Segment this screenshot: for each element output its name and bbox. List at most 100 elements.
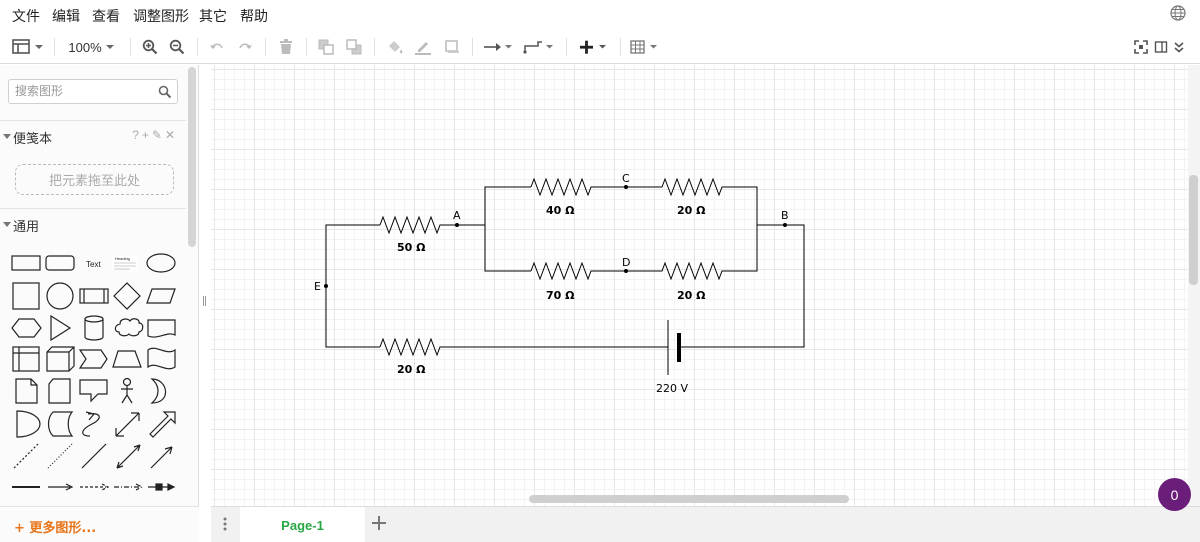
- more-shapes-button[interactable]: + 更多图形...: [14, 517, 96, 536]
- diagram-canvas[interactable]: A C D B E 50 Ω 40 Ω 20 Ω 70 Ω 20 Ω 20 Ω …: [211, 65, 1188, 506]
- shape-document[interactable]: [147, 319, 176, 338]
- node-e[interactable]: [324, 284, 328, 288]
- shape-arrow-line[interactable]: [150, 446, 173, 469]
- shape-text-label[interactable]: Text: [86, 260, 101, 269]
- shape-hexagon[interactable]: [11, 318, 42, 338]
- format-panel-button[interactable]: [1152, 30, 1170, 64]
- shape-bidirectional-arrow[interactable]: [115, 412, 140, 437]
- shape-block-arrow[interactable]: [149, 411, 176, 438]
- wire-top-branch[interactable]: [530, 177, 758, 225]
- shape-step[interactable]: [78, 349, 108, 369]
- shape-internal-storage[interactable]: [12, 346, 40, 372]
- shape-arrow-connector[interactable]: [48, 483, 74, 491]
- resistor-50-ohm[interactable]: [379, 215, 485, 235]
- shape-dashdot-connector[interactable]: [114, 483, 144, 491]
- delete-button[interactable]: [275, 30, 297, 64]
- shape-parallelogram[interactable]: [146, 288, 176, 304]
- shape-callout[interactable]: [79, 379, 108, 403]
- shape-double-arrow-line[interactable]: [116, 444, 141, 469]
- shape-tape[interactable]: [147, 347, 176, 370]
- table-button[interactable]: [628, 30, 662, 64]
- menu-view[interactable]: 查看: [92, 6, 120, 26]
- add-page-button[interactable]: [372, 511, 386, 536]
- label-resistor-50[interactable]: 50 Ω: [397, 241, 426, 254]
- label-resistor-20-bottom[interactable]: 20 Ω: [397, 363, 426, 376]
- scratchpad-header[interactable]: 便笺本 ?+✎✕: [0, 120, 186, 150]
- node-c[interactable]: [624, 185, 628, 189]
- to-front-button[interactable]: [315, 30, 337, 64]
- label-d[interactable]: D: [622, 256, 630, 269]
- sidebar-scrollbar[interactable]: [188, 67, 196, 247]
- label-resistor-40[interactable]: 40 Ω: [546, 204, 575, 217]
- wire-bottom-branch[interactable]: [530, 225, 758, 281]
- tab-page-1[interactable]: Page-1: [240, 507, 365, 542]
- shape-cylinder[interactable]: [84, 315, 104, 341]
- fullscreen-button[interactable]: [1132, 30, 1150, 64]
- resistor-20-ohm-bottom[interactable]: [379, 337, 668, 357]
- language-globe-icon[interactable]: [1170, 5, 1186, 26]
- shape-triangle[interactable]: [50, 314, 72, 342]
- node-a[interactable]: [455, 223, 459, 227]
- label-a[interactable]: A: [453, 209, 461, 222]
- menu-extras[interactable]: 其它: [199, 6, 227, 26]
- menu-file[interactable]: 文件: [12, 6, 40, 26]
- shape-crescent[interactable]: [150, 378, 167, 404]
- general-section-header[interactable]: 通用: [0, 208, 186, 238]
- shape-circle[interactable]: [46, 282, 74, 310]
- insert-button[interactable]: [575, 30, 611, 64]
- shape-rectangle[interactable]: [11, 255, 41, 271]
- shape-line[interactable]: [81, 443, 107, 469]
- shape-delay[interactable]: [16, 410, 41, 438]
- sidebar-resize-handle[interactable]: [203, 296, 206, 306]
- undo-button[interactable]: [206, 30, 228, 64]
- label-c[interactable]: C: [622, 172, 630, 185]
- line-color-button[interactable]: [412, 30, 434, 64]
- shape-dotted-line[interactable]: [47, 443, 73, 469]
- shape-cube[interactable]: [46, 346, 75, 372]
- shape-dashed-line[interactable]: [13, 443, 39, 469]
- scratchpad-dropzone[interactable]: 把元素拖至此处: [15, 164, 174, 195]
- connection-style-button[interactable]: [481, 30, 515, 64]
- label-e[interactable]: E: [314, 280, 321, 293]
- canvas-vertical-scrollbar[interactable]: [1189, 175, 1198, 285]
- search-icon[interactable]: [158, 85, 172, 104]
- menu-edit[interactable]: 编辑: [52, 6, 80, 26]
- shape-search-input[interactable]: [15, 84, 155, 98]
- waypoints-button[interactable]: [521, 30, 557, 64]
- redo-button[interactable]: [234, 30, 256, 64]
- wire-right-side[interactable]: [681, 224, 805, 348]
- shape-ellipse[interactable]: [146, 253, 176, 273]
- zoom-in-button[interactable]: [139, 30, 161, 64]
- wire-parallel-split[interactable]: [484, 186, 531, 272]
- shape-actor[interactable]: [122, 377, 132, 387]
- menu-help[interactable]: 帮助: [240, 6, 268, 26]
- zoom-out-button[interactable]: [166, 30, 188, 64]
- shape-note[interactable]: [15, 378, 38, 404]
- label-b[interactable]: B: [781, 209, 789, 222]
- shape-cloud[interactable]: [114, 318, 144, 337]
- shape-stored-data[interactable]: [47, 411, 74, 437]
- wire-left-loop[interactable]: [325, 224, 380, 348]
- canvas-horizontal-scrollbar[interactable]: [529, 495, 849, 503]
- shape-card[interactable]: [48, 378, 71, 404]
- to-back-button[interactable]: [343, 30, 365, 64]
- page-menu-icon[interactable]: [223, 517, 227, 536]
- shadow-button[interactable]: [441, 30, 463, 64]
- scratchpad-actions[interactable]: ?+✎✕: [132, 128, 178, 142]
- format-panel-toggle-button[interactable]: [10, 30, 46, 64]
- label-resistor-20-mid[interactable]: 20 Ω: [677, 289, 706, 302]
- shape-square[interactable]: [12, 282, 40, 310]
- shape-rounded-rectangle[interactable]: [45, 255, 75, 271]
- shape-dashed-connector[interactable]: [80, 483, 110, 491]
- shape-diamond[interactable]: [113, 282, 141, 310]
- node-b[interactable]: [783, 223, 787, 227]
- notification-badge[interactable]: 0: [1158, 478, 1191, 511]
- shape-trapezoid[interactable]: [112, 350, 142, 368]
- node-d[interactable]: [624, 269, 628, 273]
- fill-color-button[interactable]: [384, 30, 406, 64]
- label-voltage[interactable]: 220 V: [656, 382, 688, 395]
- zoom-dropdown[interactable]: 100%: [62, 30, 122, 64]
- label-resistor-20-top[interactable]: 20 Ω: [677, 204, 706, 217]
- collapse-toolbar-button[interactable]: [1170, 30, 1188, 64]
- menu-arrange[interactable]: 调整图形: [133, 6, 189, 26]
